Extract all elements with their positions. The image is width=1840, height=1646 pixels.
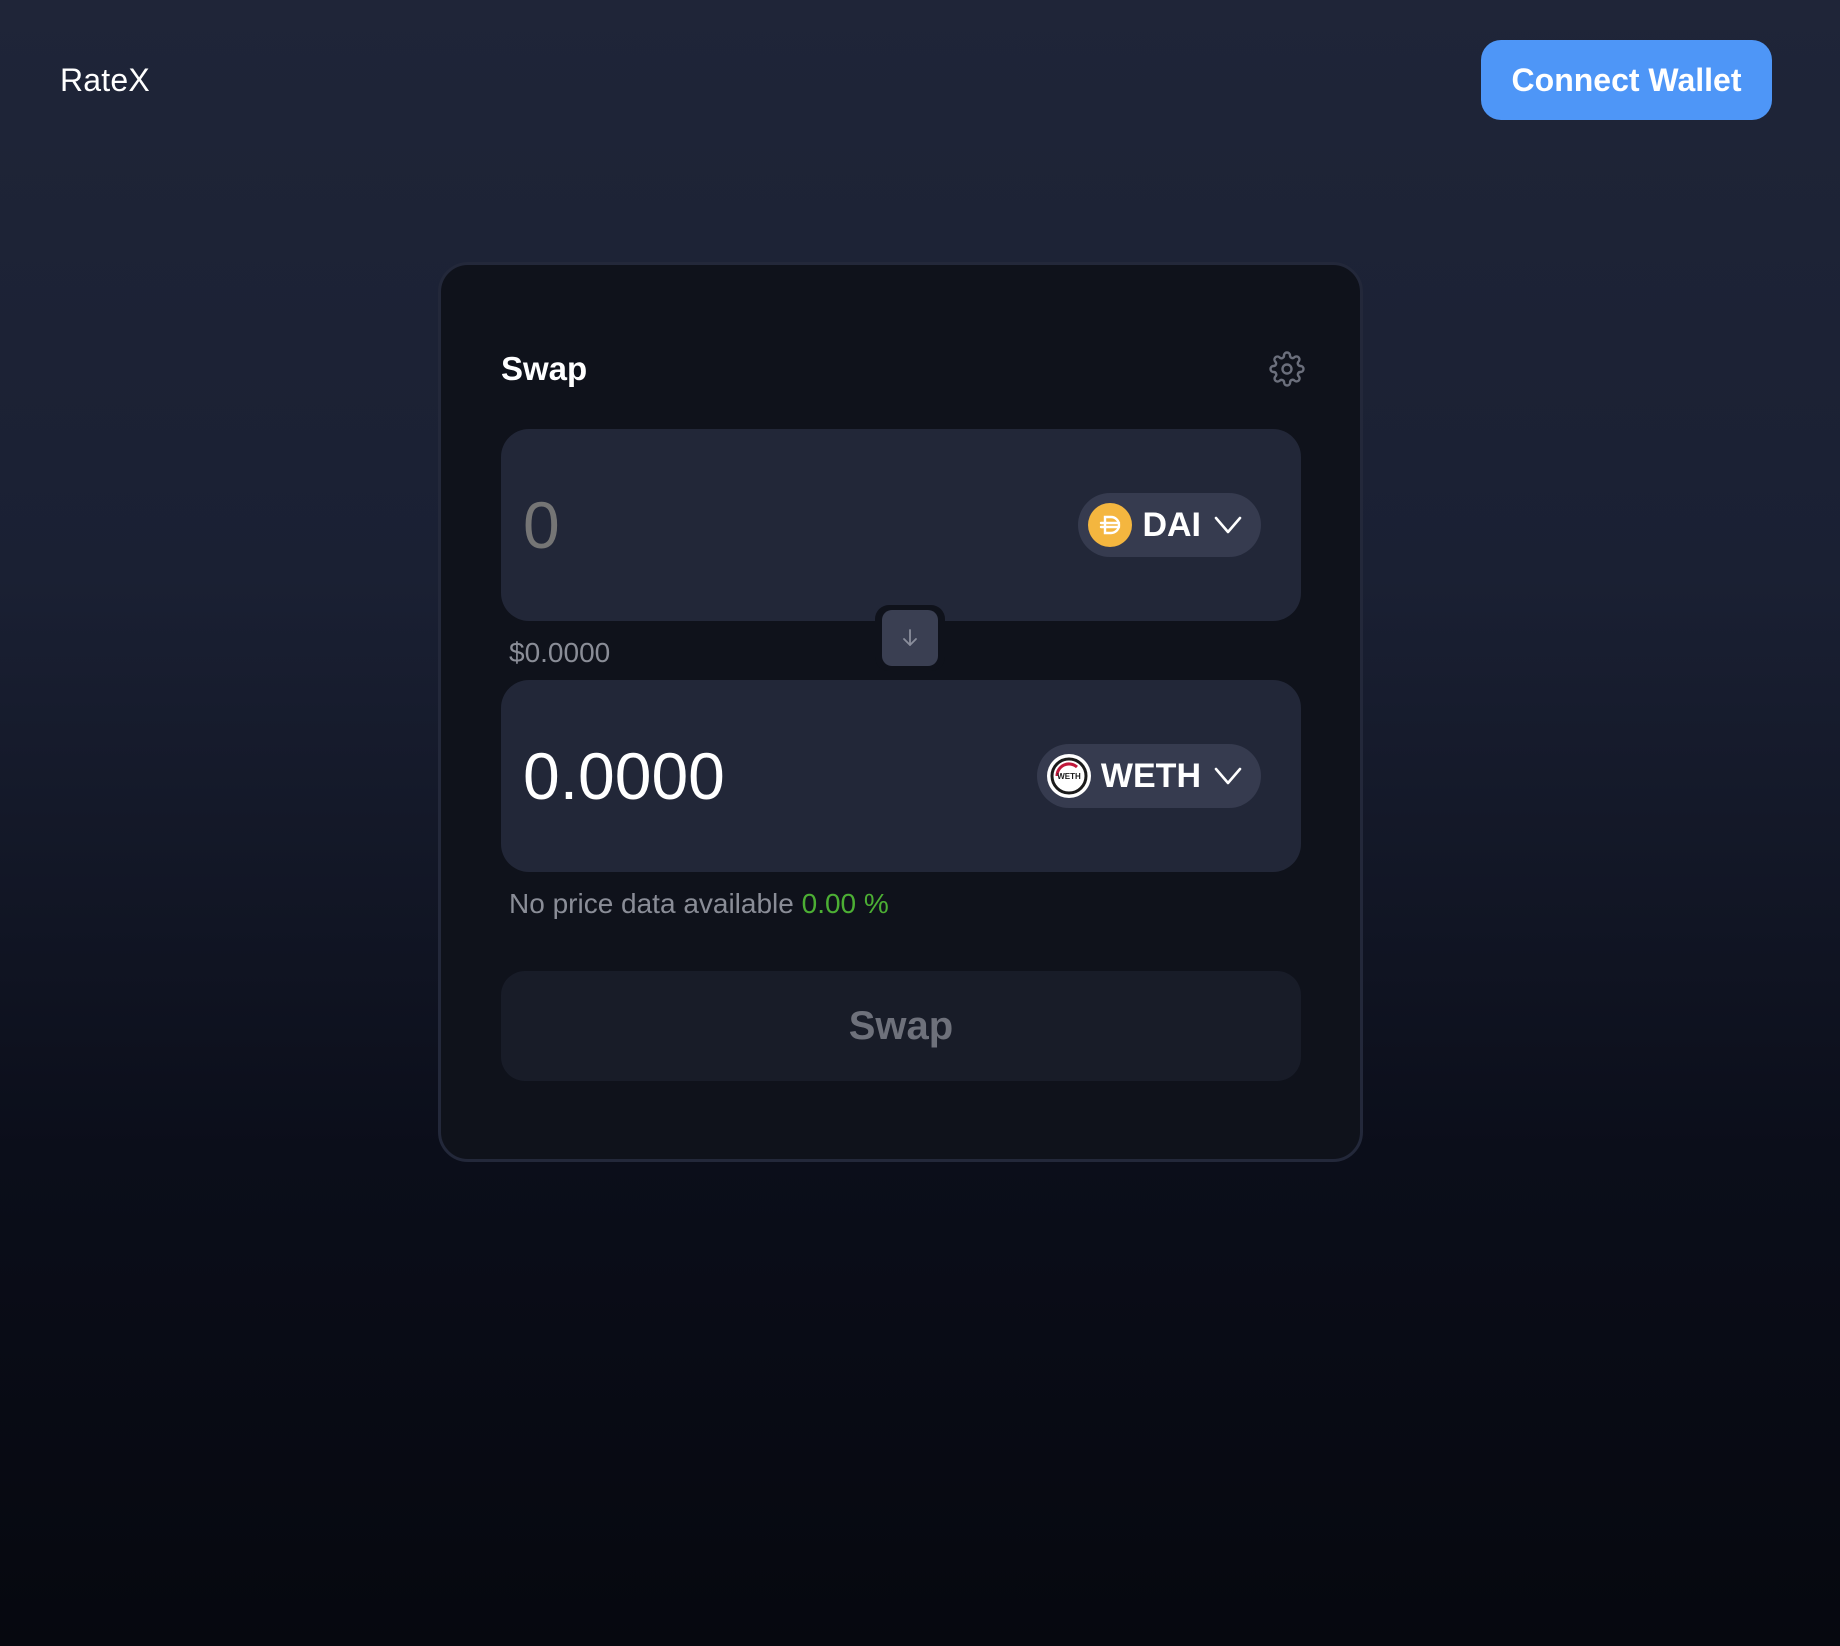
usd-value: $0.0000 [509, 637, 611, 668]
switch-direction-wrapper [875, 605, 945, 671]
swap-button[interactable]: Swap [501, 971, 1301, 1081]
price-info: No price data available 0.00 % [509, 888, 889, 920]
gear-icon[interactable] [1269, 351, 1305, 387]
from-token-box: DAI [501, 429, 1301, 621]
to-token-symbol: WETH [1100, 756, 1201, 795]
arrow-down-icon [903, 629, 917, 646]
price-info-text: No price data available [509, 888, 794, 919]
from-token-selector[interactable]: DAI [1078, 493, 1261, 557]
connect-wallet-button[interactable]: Connect Wallet [1481, 40, 1772, 120]
chevron-down-icon [1214, 516, 1242, 534]
to-token-box: 0.0000 WETH WETH [501, 680, 1301, 872]
to-amount-value: 0.0000 [523, 739, 725, 813]
weth-logo-icon: WETH [1046, 754, 1091, 798]
weth-logo-text: WETH [1057, 772, 1081, 781]
dai-logo-icon [1088, 503, 1133, 547]
brand-logo: RateX [60, 62, 150, 98]
price-impact-percent: 0.00 % [801, 888, 889, 919]
switch-direction-button[interactable] [882, 610, 938, 666]
chevron-down-icon [1214, 767, 1242, 785]
from-amount-input[interactable] [523, 487, 943, 563]
card-title: Swap [501, 350, 588, 387]
from-token-symbol: DAI [1142, 505, 1201, 544]
swap-card: Swap DAI $0.0000 [438, 262, 1363, 1162]
to-token-selector[interactable]: WETH WETH [1036, 744, 1261, 808]
